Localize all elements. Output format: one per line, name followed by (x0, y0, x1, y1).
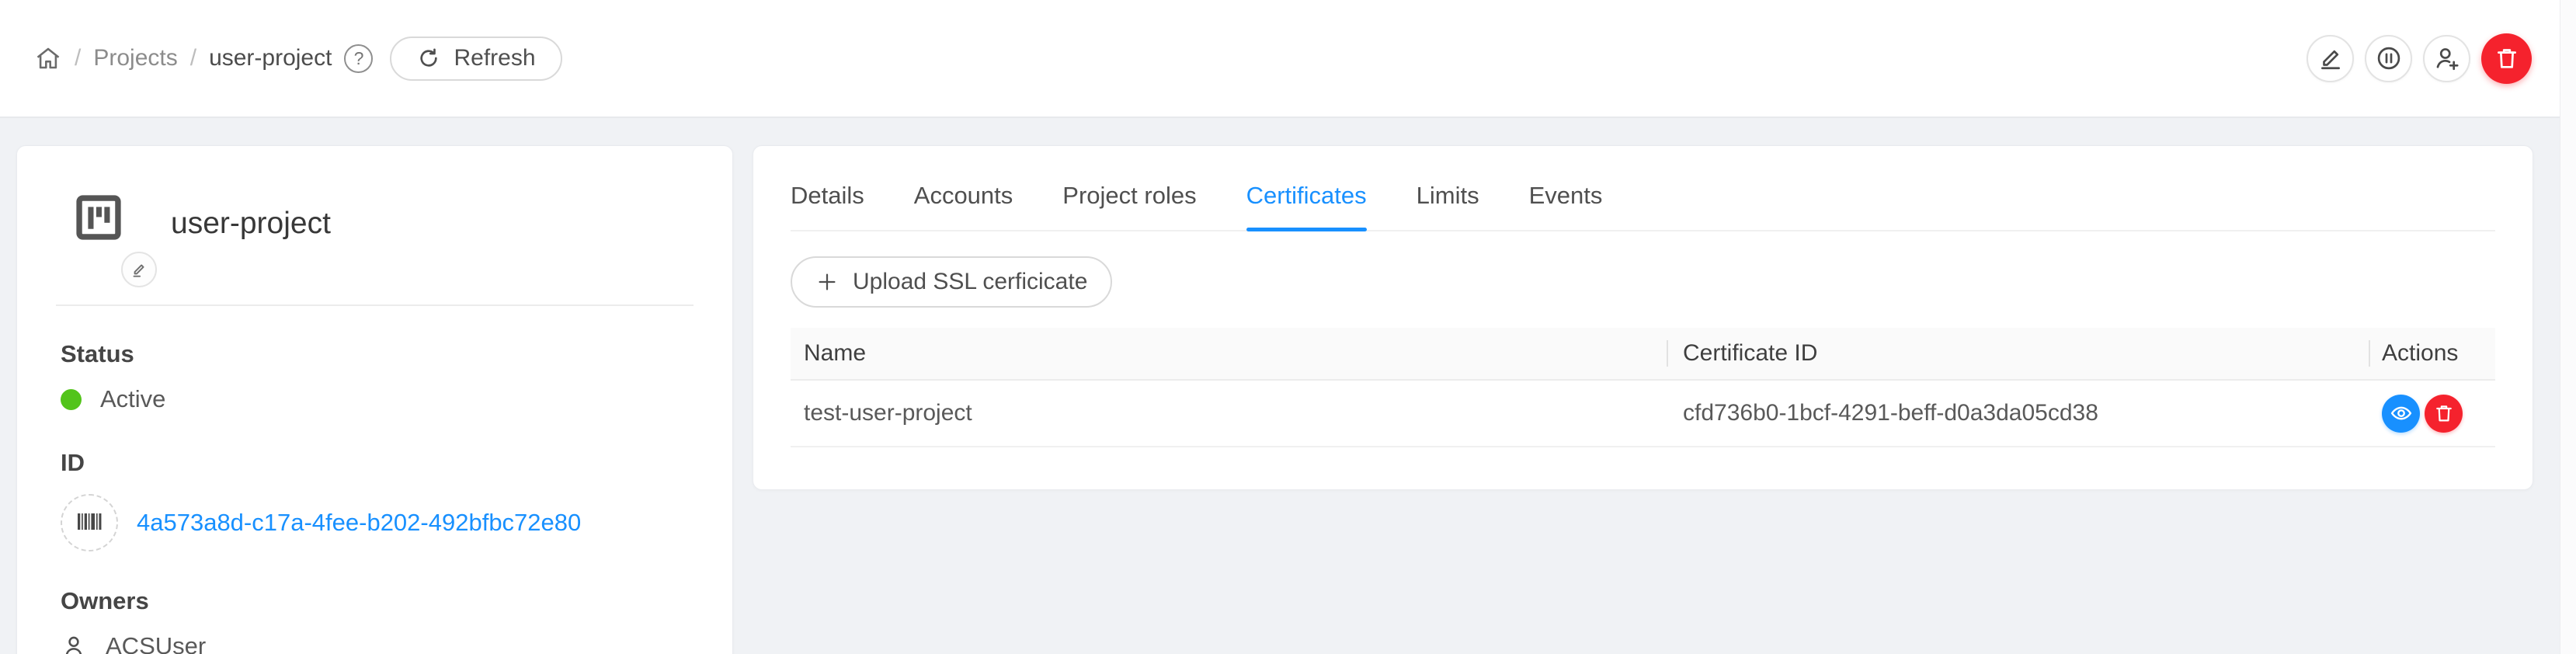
project-card-header: user-project (17, 146, 732, 304)
user-icon (61, 633, 87, 654)
column-header-certificate-id: Certificate ID (1668, 328, 2370, 379)
cell-certificate-name: test-user-project (791, 400, 1668, 426)
eye-icon (2390, 402, 2413, 425)
cell-actions (2370, 395, 2495, 433)
table-row: test-user-project cfd736b0-1bcf-4291-bef… (791, 381, 2495, 447)
tab-limits[interactable]: Limits (1417, 168, 1479, 230)
tab-project-roles[interactable]: Project roles (1062, 168, 1196, 230)
status-section: Status Active (61, 340, 689, 413)
certificates-table: Name Certificate ID Actions test-user-pr… (791, 328, 2495, 447)
delete-project-button[interactable] (2481, 33, 2532, 84)
status-dot-icon (61, 389, 82, 410)
breadcrumb: / Projects / user-project ? Refresh (34, 0, 562, 117)
pencil-icon (129, 259, 149, 280)
reload-icon (416, 46, 441, 71)
owners-section: Owners ACSUser (61, 587, 689, 654)
page: / Projects / user-project ? Refresh (0, 0, 2576, 654)
column-header-actions: Actions (2370, 328, 2495, 379)
refresh-button-label: Refresh (454, 45, 535, 71)
table-header-row: Name Certificate ID Actions (791, 328, 2495, 381)
delete-certificate-button[interactable] (2425, 395, 2463, 433)
plus-icon (815, 270, 839, 294)
tab-details[interactable]: Details (791, 168, 864, 230)
owner-value: ACSUser (106, 632, 206, 654)
upload-ssl-certificate-label: Upload SSL cerficicate (853, 269, 1087, 295)
project-icon (72, 191, 125, 244)
owners-label: Owners (61, 587, 689, 615)
column-header-name: Name (791, 328, 1668, 379)
id-section: ID 4a573a8d-c17a-4fee-b202-4 (61, 449, 689, 551)
cell-certificate-id: cfd736b0-1bcf-4291-beff-d0a3da05cd38 (1668, 400, 2370, 426)
scrollbar[interactable] (2560, 0, 2576, 654)
trash-icon (2494, 45, 2520, 71)
trash-icon (2433, 402, 2455, 424)
project-title: user-project (171, 207, 331, 241)
user-add-icon (2433, 44, 2461, 72)
refresh-button[interactable]: Refresh (390, 37, 561, 81)
top-header-bar: / Projects / user-project ? Refresh (0, 0, 2576, 118)
project-id-link[interactable]: 4a573a8d-c17a-4fee-b202-492bfbc72e80 (137, 509, 581, 537)
pause-circle-icon (2375, 44, 2403, 72)
edit-project-button[interactable] (2307, 35, 2354, 82)
home-icon[interactable] (34, 44, 62, 72)
tab-accounts[interactable]: Accounts (914, 168, 1013, 230)
tab-certificates[interactable]: Certificates (1246, 168, 1367, 230)
edit-project-name-button[interactable] (121, 252, 157, 287)
tab-events[interactable]: Events (1529, 168, 1603, 230)
project-details: Status Active ID (17, 306, 732, 654)
view-certificate-button[interactable] (2382, 395, 2420, 433)
upload-ssl-certificate-button[interactable]: Upload SSL cerficicate (791, 256, 1112, 308)
id-label: ID (61, 449, 689, 477)
suspend-project-button[interactable] (2365, 35, 2412, 82)
breadcrumb-projects-link[interactable]: Projects (93, 45, 177, 71)
tab-bar: Details Accounts Project roles Certifica… (791, 168, 2495, 231)
barcode-icon (61, 494, 118, 551)
edit-icon (2317, 45, 2344, 71)
breadcrumb-separator: / (190, 45, 196, 71)
project-info-card: user-project Status Active (16, 145, 733, 654)
breadcrumb-separator: / (75, 45, 81, 71)
header-action-buttons (2307, 0, 2532, 117)
project-tabs-card: Details Accounts Project roles Certifica… (753, 145, 2533, 490)
status-label: Status (61, 340, 689, 368)
breadcrumb-current-page: user-project (209, 45, 332, 71)
status-value: Active (100, 385, 165, 413)
question-circle-icon[interactable]: ? (344, 44, 373, 73)
add-account-button[interactable] (2423, 35, 2470, 82)
